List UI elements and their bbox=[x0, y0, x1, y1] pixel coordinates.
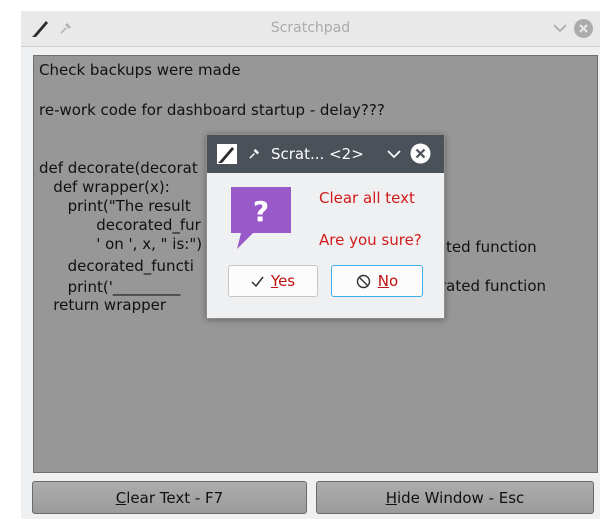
clear-text-label: Clear Text - F7 bbox=[115, 488, 224, 507]
hide-window-label: Hide Window - Esc bbox=[385, 488, 525, 507]
no-button[interactable]: No bbox=[331, 265, 423, 297]
window-title: Scratchpad bbox=[270, 20, 351, 36]
yes-button[interactable]: Yes bbox=[228, 265, 318, 297]
clear-text-button[interactable]: Clear Text - F7 bbox=[32, 481, 307, 514]
close-icon[interactable] bbox=[574, 19, 593, 38]
text-line: ' on ', x, " is:") bbox=[39, 235, 203, 253]
text-line: def wrapper(x): bbox=[39, 178, 170, 196]
pen-icon bbox=[217, 144, 237, 164]
cancel-circle-icon bbox=[356, 274, 370, 288]
svg-text:?: ? bbox=[253, 195, 269, 228]
yes-label: Yes bbox=[270, 272, 296, 290]
close-icon[interactable] bbox=[410, 143, 431, 164]
no-label: No bbox=[377, 272, 399, 290]
text-fragment: rated function bbox=[440, 277, 547, 295]
text-line: decorated_functi bbox=[39, 257, 194, 275]
check-icon bbox=[251, 276, 264, 287]
text-line: def decorate(decorat bbox=[39, 159, 198, 177]
pin-icon[interactable] bbox=[248, 147, 261, 160]
hide-window-button[interactable]: Hide Window - Esc bbox=[316, 481, 594, 514]
question-icon: ? bbox=[231, 187, 291, 249]
text-fragment: ted function bbox=[446, 238, 537, 256]
chevron-down-icon[interactable] bbox=[387, 149, 401, 159]
dialog-message: Clear all text bbox=[319, 189, 415, 207]
dialog-question: Are you sure? bbox=[319, 231, 422, 249]
text-line: Check backups were made bbox=[39, 61, 241, 79]
window-titlebar[interactable]: Scratchpad bbox=[21, 11, 600, 47]
text-line: decorated_fur bbox=[39, 216, 201, 234]
text-line: return wrapper bbox=[39, 296, 167, 314]
text-line: print("The result bbox=[39, 197, 191, 215]
text-line: re-work code for dashboard startup - del… bbox=[39, 101, 385, 119]
dialog-title: Scrat... <2> bbox=[271, 145, 364, 163]
text-line: print('_________ bbox=[39, 278, 181, 296]
dialog-titlebar[interactable]: Scrat... <2> bbox=[207, 135, 444, 173]
chevron-down-icon[interactable] bbox=[553, 23, 567, 33]
confirm-dialog: Scrat... <2> ? Clear all text Are you su… bbox=[206, 134, 445, 319]
